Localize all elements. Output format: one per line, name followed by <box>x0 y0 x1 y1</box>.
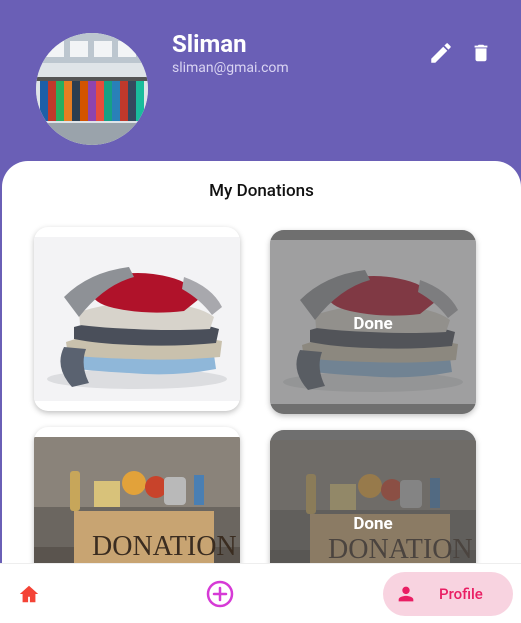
edit-profile-button[interactable] <box>428 40 454 66</box>
status-done-label: Done <box>353 314 393 334</box>
add-circle-icon <box>206 580 234 608</box>
person-icon <box>398 586 414 602</box>
nav-profile-label: Profile <box>439 585 483 603</box>
user-email: sliman@gmai.com <box>172 60 289 76</box>
clothes-image <box>34 237 240 401</box>
section-title: My Donations <box>209 181 314 201</box>
nav-home-button[interactable] <box>18 583 40 605</box>
avatar <box>36 33 148 145</box>
home-icon <box>19 585 39 603</box>
donation-box-stencil: DONATION <box>92 531 237 562</box>
donation-card[interactable] <box>34 227 240 411</box>
bottom-navigation: Profile <box>0 563 521 623</box>
donations-panel: My Donations Done DONATION Done <box>2 161 521 623</box>
donation-card[interactable]: Done <box>270 230 476 414</box>
delete-profile-button[interactable] <box>470 40 492 66</box>
nav-add-button[interactable] <box>205 579 235 609</box>
user-name: Sliman <box>172 30 247 58</box>
pencil-icon <box>431 43 451 63</box>
trash-icon <box>474 44 488 62</box>
nav-profile-button[interactable]: Profile <box>383 572 513 616</box>
status-done-label: Done <box>353 514 393 534</box>
